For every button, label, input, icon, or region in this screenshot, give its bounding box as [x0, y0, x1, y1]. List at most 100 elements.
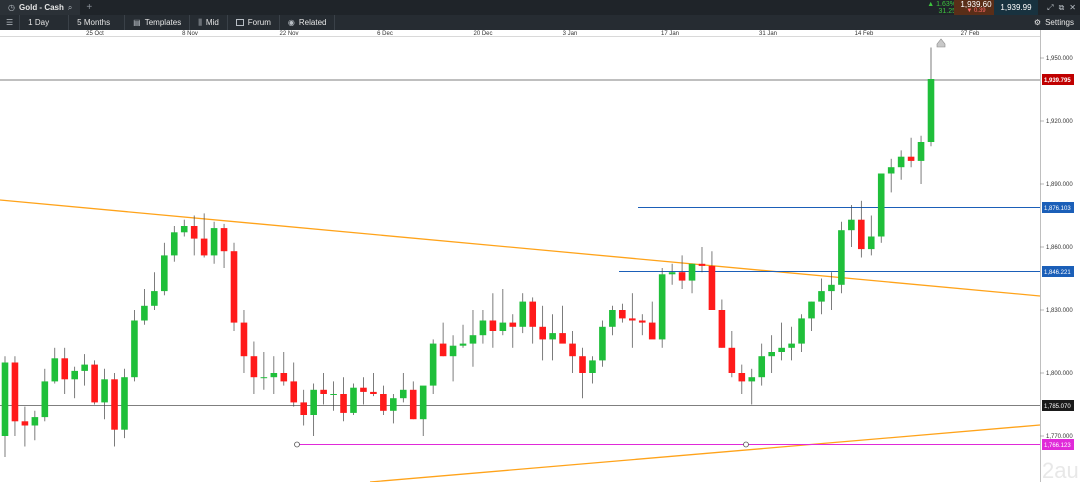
- candle-up[interactable]: [758, 356, 766, 378]
- candle-down[interactable]: [190, 226, 198, 239]
- candle-up[interactable]: [31, 417, 39, 426]
- add-tab-button[interactable]: +: [80, 2, 98, 13]
- candle-down[interactable]: [569, 343, 576, 357]
- candle-up[interactable]: [927, 79, 935, 142]
- candle-up[interactable]: [808, 301, 815, 319]
- candle-up[interactable]: [788, 343, 795, 348]
- line-anchor-handle-left[interactable]: [294, 441, 300, 448]
- candle-up[interactable]: [917, 142, 925, 161]
- candle-up[interactable]: [867, 236, 875, 250]
- candle-up[interactable]: [350, 387, 357, 413]
- candle-down[interactable]: [360, 387, 367, 392]
- candle-down[interactable]: [439, 343, 447, 357]
- candle-up[interactable]: [390, 398, 397, 411]
- candle-up[interactable]: [1, 362, 9, 437]
- candle-up[interactable]: [848, 219, 855, 231]
- candle-up[interactable]: [170, 232, 178, 256]
- candle-up[interactable]: [449, 345, 457, 357]
- candle-down[interactable]: [91, 364, 98, 403]
- candle-down[interactable]: [678, 272, 686, 281]
- range-select[interactable]: 5 Months: [69, 15, 126, 30]
- candle-up[interactable]: [180, 226, 188, 233]
- forum-button[interactable]: Forum: [228, 15, 280, 30]
- candle-up[interactable]: [688, 263, 696, 281]
- price-chart[interactable]: 25 Oct 8 Nov 22 Nov 6 Dec 20 Dec 3 Jan 17 Jan 3…: [0, 30, 1080, 482]
- settings-button[interactable]: ⚙ Settings: [1034, 15, 1074, 30]
- candle-down[interactable]: [220, 228, 228, 252]
- candle-up[interactable]: [519, 301, 527, 327]
- candle-up[interactable]: [399, 389, 407, 399]
- candle-down[interactable]: [698, 263, 706, 266]
- candle-up[interactable]: [798, 318, 805, 344]
- candle-down[interactable]: [280, 373, 288, 382]
- candle-up[interactable]: [887, 167, 895, 174]
- templates-button[interactable]: ▤ Templates: [125, 15, 191, 30]
- candle-up[interactable]: [121, 377, 128, 430]
- candle-down[interactable]: [61, 358, 69, 380]
- candle-up[interactable]: [210, 228, 218, 256]
- candle-down[interactable]: [111, 379, 118, 430]
- candle-up[interactable]: [828, 284, 835, 292]
- price-type-button[interactable]: ⫼ Mid: [190, 15, 228, 30]
- candle-up[interactable]: [419, 385, 427, 420]
- candle-up[interactable]: [838, 230, 845, 285]
- candle-down[interactable]: [529, 301, 537, 327]
- candle-up[interactable]: [778, 347, 785, 352]
- candle-down[interactable]: [619, 310, 626, 319]
- candle-up[interactable]: [131, 320, 138, 378]
- candle-up[interactable]: [658, 274, 666, 340]
- line-anchor-handle-right[interactable]: [743, 441, 749, 448]
- candle-up[interactable]: [81, 364, 88, 371]
- candle-up[interactable]: [589, 360, 596, 373]
- candle-down[interactable]: [858, 219, 865, 250]
- candle-up[interactable]: [330, 394, 337, 395]
- candle-up[interactable]: [549, 333, 556, 340]
- candle-up[interactable]: [161, 255, 168, 292]
- interval-select[interactable]: 1 Day: [20, 15, 70, 30]
- candle-down[interactable]: [290, 381, 298, 403]
- candle-up[interactable]: [151, 291, 158, 306]
- candle-up[interactable]: [41, 381, 49, 418]
- candle-up[interactable]: [768, 352, 775, 357]
- candle-up[interactable]: [270, 373, 278, 378]
- candle-down[interactable]: [11, 362, 19, 422]
- candle-down[interactable]: [240, 322, 248, 357]
- candle-up[interactable]: [310, 389, 317, 415]
- candle-up[interactable]: [260, 377, 268, 379]
- close-icon[interactable]: ✕: [1069, 3, 1076, 12]
- candle-down[interactable]: [340, 394, 347, 413]
- candle-up[interactable]: [429, 343, 437, 386]
- candle-up[interactable]: [668, 272, 676, 275]
- candle-down[interactable]: [250, 356, 258, 378]
- candle-up[interactable]: [499, 322, 507, 331]
- candle-down[interactable]: [579, 356, 586, 373]
- candle-up[interactable]: [459, 343, 467, 346]
- popout-icon[interactable]: ⧉: [1059, 3, 1065, 13]
- bid-price-button[interactable]: 1,939.60 ▼ 0.39: [954, 0, 998, 15]
- candle-up[interactable]: [141, 305, 148, 321]
- candle-up[interactable]: [71, 370, 78, 380]
- candle-down[interactable]: [230, 251, 238, 323]
- candle-up[interactable]: [479, 320, 487, 336]
- candle-up[interactable]: [469, 335, 477, 344]
- candle-down[interactable]: [738, 373, 746, 382]
- candle-down[interactable]: [708, 265, 716, 310]
- candle-up[interactable]: [51, 358, 59, 382]
- candle-up[interactable]: [599, 326, 606, 361]
- candle-down[interactable]: [628, 318, 636, 321]
- candle-down[interactable]: [489, 320, 497, 332]
- candle-down[interactable]: [300, 402, 308, 415]
- candle-down[interactable]: [539, 326, 546, 340]
- candle-down[interactable]: [320, 389, 327, 394]
- candle-down[interactable]: [559, 333, 566, 344]
- candle-down[interactable]: [907, 156, 915, 161]
- candle-down[interactable]: [380, 394, 387, 411]
- expand-icon[interactable]: ⤢: [1047, 3, 1053, 13]
- candle-down[interactable]: [728, 347, 736, 373]
- candle-down[interactable]: [200, 238, 208, 256]
- candle-down[interactable]: [409, 389, 417, 420]
- instrument-tab[interactable]: ◷ Gold - Cash ⌕: [0, 0, 81, 15]
- candle-down[interactable]: [370, 391, 377, 394]
- candle-down[interactable]: [509, 322, 517, 327]
- candle-up[interactable]: [609, 310, 616, 327]
